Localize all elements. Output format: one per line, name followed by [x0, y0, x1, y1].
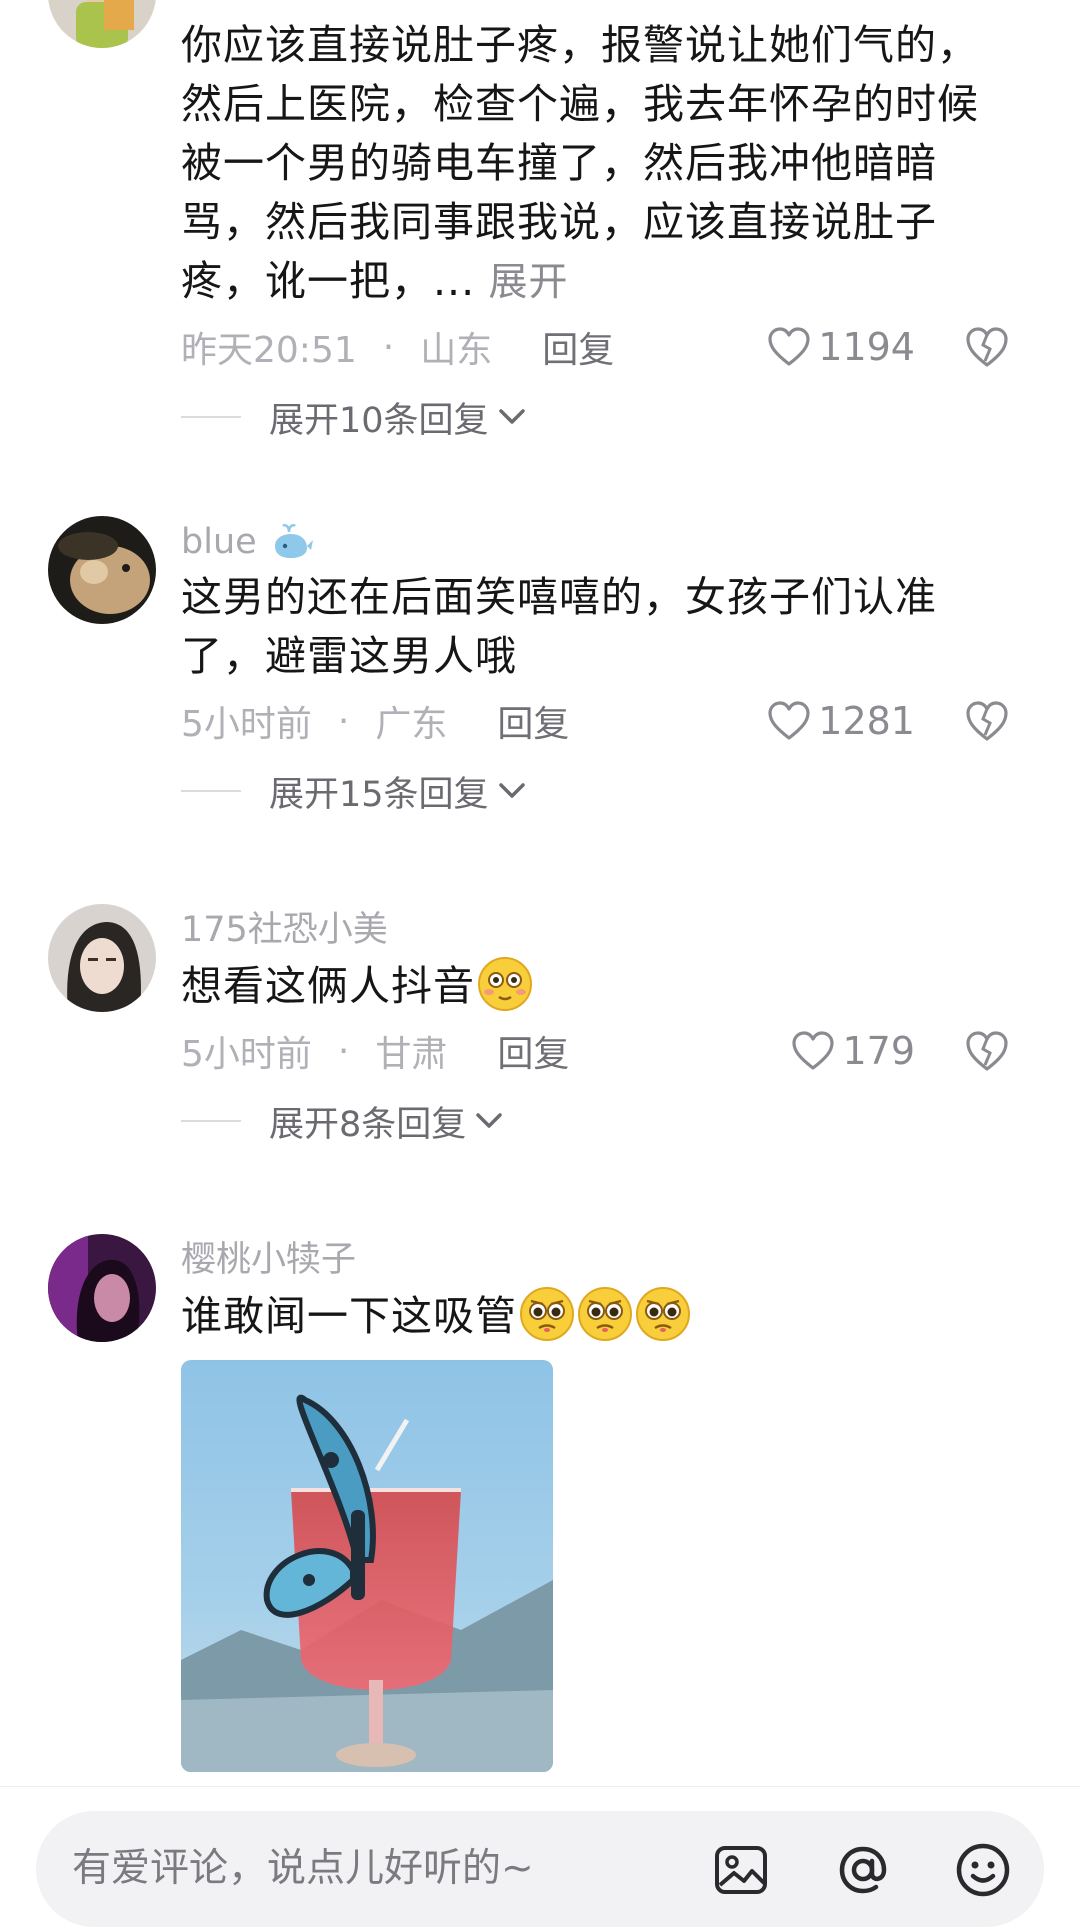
- reply-button[interactable]: 回复: [542, 321, 614, 373]
- comment-username[interactable]: blue: [181, 516, 1011, 568]
- heart-icon: [768, 701, 810, 740]
- expand-replies-button[interactable]: 展开8条回复: [181, 1086, 1011, 1156]
- heart-icon: [768, 327, 810, 366]
- comment-time: 5小时前: [181, 704, 312, 745]
- avatar[interactable]: [48, 0, 156, 48]
- avatar[interactable]: [48, 904, 156, 1012]
- divider: [181, 416, 241, 418]
- comment-meta: 5小时前 · 甘肃 回复 179: [181, 1016, 1011, 1086]
- comment-location: 广东: [375, 704, 448, 745]
- heart-icon: [792, 1031, 835, 1070]
- avatar[interactable]: [48, 516, 156, 624]
- comment-meta: 5小时前 · 广东 回复 1281: [181, 686, 1011, 756]
- expand-replies-button[interactable]: 展开10条回复: [181, 382, 1011, 452]
- expand-replies-label: 展开10条回复: [269, 400, 489, 441]
- pleading-emoji-icon: [520, 1287, 574, 1341]
- comment-input[interactable]: 有爱评论，说点儿好听的~: [36, 1811, 1044, 1927]
- emoji-icon[interactable]: [954, 1841, 1012, 1899]
- divider: [181, 1120, 241, 1122]
- broken-heart-icon[interactable]: [963, 699, 1011, 743]
- comment-username[interactable]: 175社恐小美: [181, 904, 1011, 956]
- comment-time: 5小时前: [181, 1034, 312, 1075]
- divider: [181, 790, 241, 792]
- broken-heart-icon[interactable]: [963, 1029, 1011, 1073]
- like-button[interactable]: 179: [790, 1029, 915, 1073]
- separator-dot: ·: [382, 326, 395, 368]
- comment-text: 想看这俩人抖音: [181, 956, 1011, 1016]
- expand-replies-label: 展开15条回复: [269, 774, 489, 815]
- comment-text: 谁敢闻一下这吸管: [181, 1286, 1011, 1346]
- pleading-emoji-icon: [636, 1287, 690, 1341]
- comment-text: 你应该直接说肚子疼，报警说让她们气的，然后上医院，检查个遍，我去年怀孕的时候被一…: [181, 21, 979, 305]
- comment-location: 甘肃: [375, 1034, 448, 1075]
- separator-dot: ·: [337, 1030, 350, 1072]
- like-count: 179: [842, 1029, 915, 1073]
- comment-text: 这男的还在后面笑嘻嘻的，女孩子们认准了，避雷这男人哦: [181, 573, 937, 680]
- comment-meta: 昨天20:51 · 山东 回复 1194: [181, 312, 1011, 382]
- comment-username[interactable]: 樱桃小犊子: [181, 1234, 1011, 1286]
- avatar[interactable]: [48, 1234, 156, 1342]
- pleading-emoji-icon: [578, 1287, 632, 1341]
- reply-button[interactable]: 回复: [497, 695, 569, 747]
- at-icon[interactable]: [834, 1841, 892, 1899]
- reply-button[interactable]: 回复: [497, 1025, 569, 1077]
- expand-replies-label: 展开8条回复: [269, 1104, 467, 1145]
- expand-text-link[interactable]: 展开: [475, 260, 568, 305]
- flushed-emoji-icon: [478, 957, 532, 1011]
- separator-dot: ·: [337, 700, 350, 742]
- like-count: 1281: [818, 699, 915, 743]
- whale-badge-icon: [274, 524, 313, 558]
- broken-heart-icon[interactable]: [963, 325, 1011, 369]
- comment-input-placeholder: 有爱评论，说点儿好听的~: [72, 1846, 534, 1891]
- chevron-down-icon: [498, 783, 525, 798]
- comment-time: 昨天20:51: [181, 330, 357, 371]
- expand-replies-button[interactable]: 展开15条回复: [181, 756, 1011, 826]
- like-button[interactable]: 1281: [766, 699, 915, 743]
- image-icon[interactable]: [712, 1841, 770, 1899]
- chevron-down-icon: [476, 1113, 503, 1128]
- comment-image[interactable]: [181, 1360, 553, 1772]
- comment-location: 山东: [420, 330, 493, 371]
- like-button[interactable]: 1194: [766, 325, 915, 369]
- comment-input-bar: 有爱评论，说点儿好听的~: [0, 1786, 1080, 1932]
- chevron-down-icon: [498, 409, 525, 424]
- like-count: 1194: [818, 325, 915, 369]
